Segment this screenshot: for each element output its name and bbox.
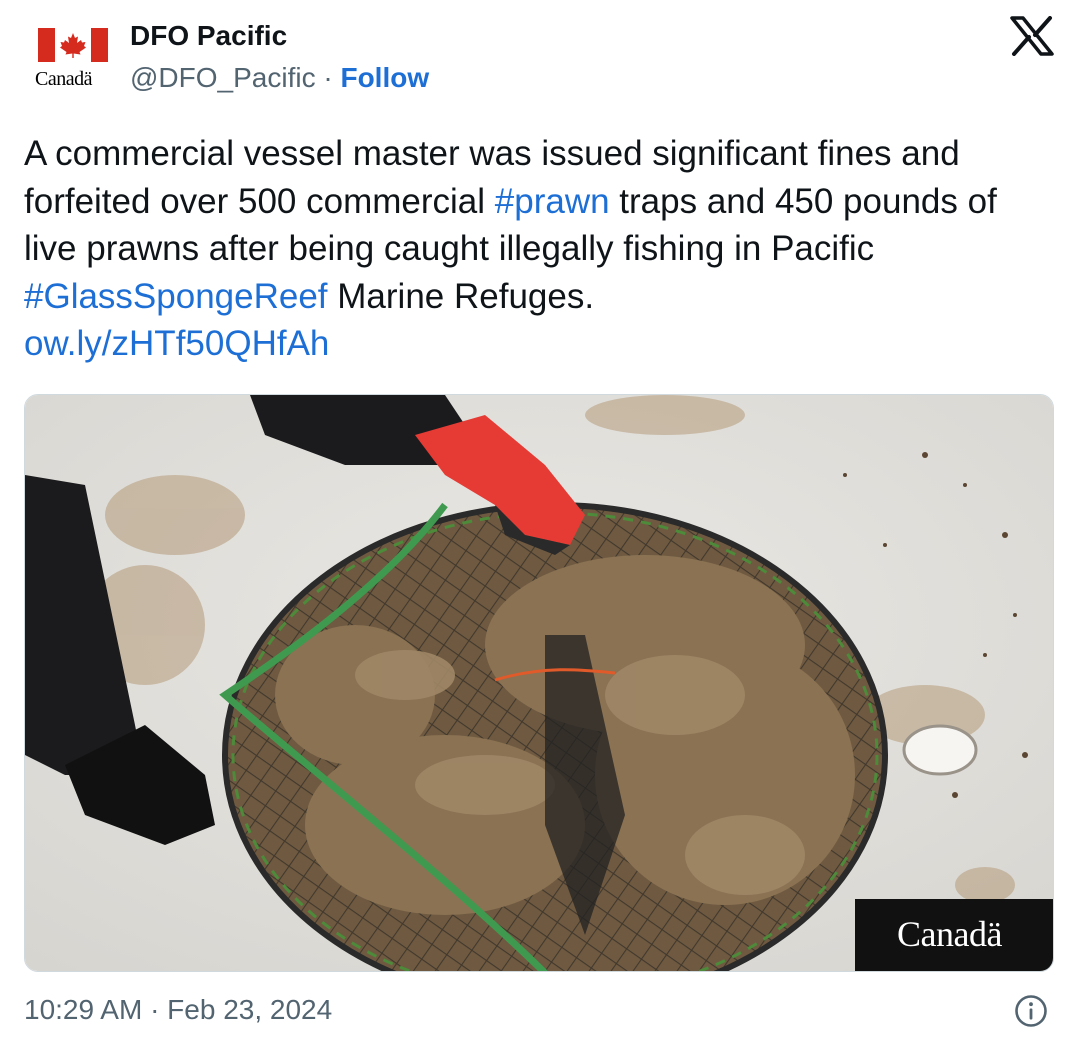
hashtag-prawn-link[interactable]: #prawn bbox=[495, 182, 610, 221]
tweet-text-part: Marine Refuges. bbox=[327, 276, 595, 316]
watermark-text: Canadä bbox=[897, 914, 1002, 954]
tweet-url-link[interactable]: ow.ly/zHTf50QHfAh bbox=[24, 324, 329, 363]
handle-row: @DFO_Pacific · Follow bbox=[130, 62, 429, 94]
account-handle[interactable]: @DFO_Pacific bbox=[130, 62, 316, 93]
prawn-trap-photo bbox=[25, 395, 1053, 971]
tweet-text: A commercial vessel master was issued si… bbox=[24, 130, 1054, 368]
follow-button[interactable]: Follow bbox=[340, 62, 429, 93]
account-name[interactable]: DFO Pacific bbox=[130, 20, 287, 52]
avatar[interactable]: Canadä bbox=[26, 18, 118, 94]
hashtag-glassspongereef-link[interactable]: #GlassSpongeReef bbox=[24, 277, 328, 316]
x-logo-icon[interactable] bbox=[1008, 16, 1056, 56]
canada-wordmark: Canadä bbox=[35, 68, 92, 90]
separator: · bbox=[315, 62, 341, 93]
tweet-photo[interactable]: Canadä bbox=[24, 394, 1054, 972]
timestamp-link[interactable]: 10:29 AM · Feb 23, 2024 bbox=[24, 994, 332, 1026]
info-icon[interactable] bbox=[1014, 994, 1048, 1028]
canada-watermark: Canadä bbox=[855, 899, 1053, 971]
canada-flag-icon bbox=[38, 28, 108, 62]
